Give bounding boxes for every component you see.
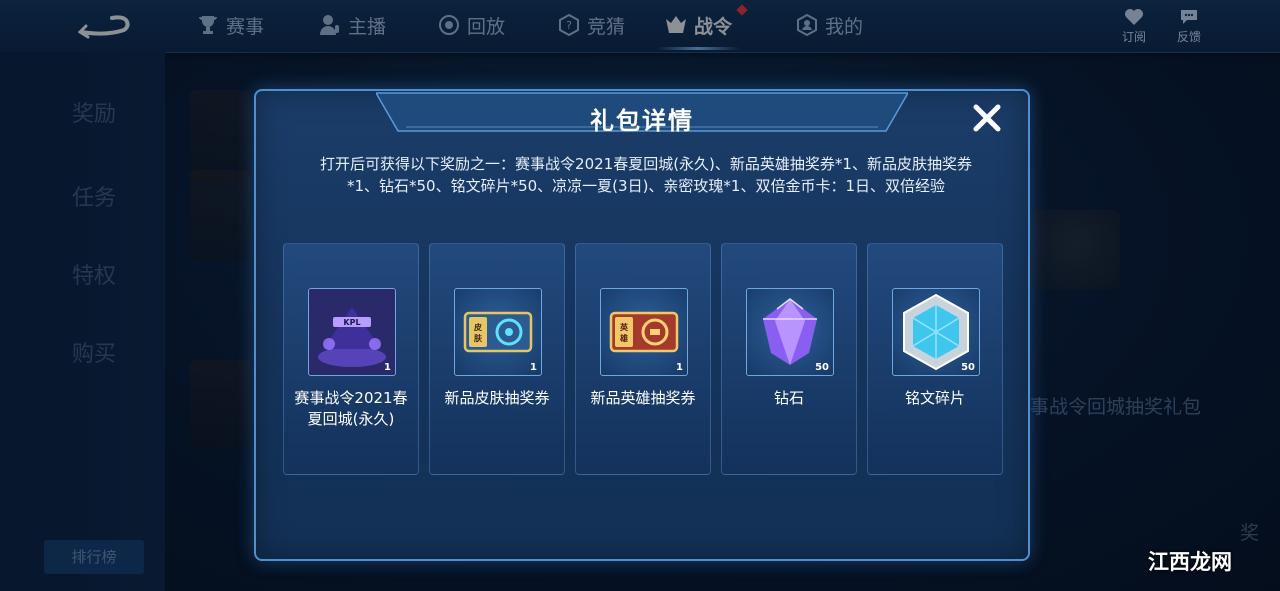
svg-text:肤: 肤 (474, 333, 483, 343)
item-name: 新品皮肤抽奖券 (444, 389, 550, 407)
item-name: 铭文碎片 (904, 389, 965, 407)
close-icon (973, 104, 1001, 132)
item-quantity: 1 (530, 362, 537, 373)
reward-item[interactable]: 皮 肤 1 新品皮肤抽奖券 (429, 243, 565, 475)
svg-text:英: 英 (619, 322, 629, 332)
reward-items-list: KPL 1 赛事战令2021春夏回城(永久) 皮 肤 1 新品皮肤抽奖券 英 雄… (283, 243, 1003, 475)
site-watermark: 江西龙网 (1148, 550, 1232, 574)
item-name: 赛事战令2021春夏回城(永久) (294, 389, 408, 428)
inscription-shard-icon: 50 (892, 288, 980, 376)
item-quantity: 50 (815, 362, 829, 373)
item-name: 钻石 (773, 389, 804, 407)
item-quantity: 50 (961, 362, 975, 373)
modal-title: 礼包详情 (590, 107, 694, 135)
hero-ticket-icon: 英 雄 1 (600, 288, 688, 376)
reward-item[interactable]: 50 铭文碎片 (867, 243, 1003, 475)
svg-text:皮: 皮 (473, 322, 482, 332)
reward-item[interactable]: KPL 1 赛事战令2021春夏回城(永久) (283, 243, 419, 475)
svg-text:雄: 雄 (619, 333, 628, 343)
recall-effect-icon: KPL 1 (308, 288, 396, 376)
gift-pack-details-modal: 礼包详情 打开后可获得以下奖励之一：赛事战令2021春夏回城(永久)、新品英雄抽… (254, 89, 1030, 561)
close-button[interactable] (969, 100, 1005, 136)
reward-item[interactable]: 50 钻石 (721, 243, 857, 475)
reward-description: 打开后可获得以下奖励之一：赛事战令2021春夏回城(永久)、新品英雄抽奖券*1、… (320, 155, 972, 195)
item-quantity: 1 (676, 362, 683, 373)
svg-text:KPL: KPL (343, 318, 360, 327)
item-name: 新品英雄抽奖券 (590, 389, 696, 407)
skin-ticket-icon: 皮 肤 1 (454, 288, 542, 376)
item-quantity: 1 (384, 362, 391, 373)
reward-item[interactable]: 英 雄 1 新品英雄抽奖券 (575, 243, 711, 475)
diamond-icon: 50 (746, 288, 834, 376)
